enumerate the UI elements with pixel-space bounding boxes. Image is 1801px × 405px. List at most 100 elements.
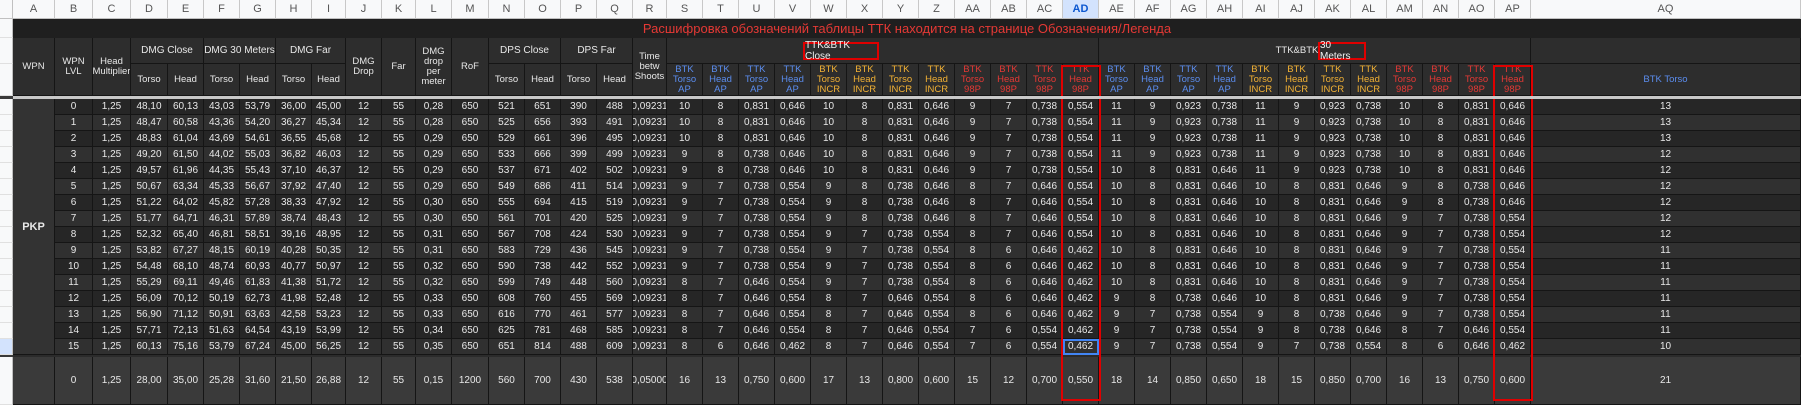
table-cell[interactable]: 9 xyxy=(1387,307,1423,323)
table-cell[interactable]: 0,554 xyxy=(1207,307,1243,323)
table-cell[interactable]: 10 xyxy=(1099,227,1135,243)
table-cell[interactable]: 0,554 xyxy=(1027,323,1063,339)
table-cell[interactable]: 8 xyxy=(955,259,991,275)
table-cell[interactable]: 0,646 xyxy=(919,163,955,179)
table-cell[interactable]: 48,83 xyxy=(131,131,168,147)
table-cell[interactable]: 0,738 xyxy=(1315,307,1351,323)
table-cell[interactable]: 0,554 xyxy=(1495,275,1531,291)
table-cell[interactable]: 9 xyxy=(667,211,703,227)
table-cell[interactable]: 12 xyxy=(1531,211,1801,227)
table-cell[interactable]: 49,46 xyxy=(204,275,240,291)
table-cell[interactable]: 781 xyxy=(525,323,561,339)
column-header-ak[interactable]: AK xyxy=(1315,0,1351,19)
table-cell[interactable]: 525 xyxy=(597,211,633,227)
table-cell[interactable]: 9 xyxy=(667,195,703,211)
table-cell[interactable]: 1,25 xyxy=(93,211,131,227)
table-cell[interactable]: 0,738 xyxy=(1459,179,1495,195)
table-cell[interactable]: 6 xyxy=(991,275,1027,291)
table-cell[interactable]: 1,25 xyxy=(93,291,131,307)
table-cell[interactable]: 0,554 xyxy=(1027,339,1063,355)
table-cell[interactable]: 0,32 xyxy=(416,275,452,291)
bottom-row-cell[interactable]: 700 xyxy=(525,357,561,405)
table-cell[interactable]: 0,09231 xyxy=(633,147,667,163)
table-cell[interactable]: 0,738 xyxy=(739,227,775,243)
table-cell[interactable]: 45,82 xyxy=(204,195,240,211)
bottom-row-cell[interactable]: 0 xyxy=(55,357,93,405)
table-cell[interactable]: 12 xyxy=(346,211,382,227)
table-cell[interactable]: 8 xyxy=(811,339,847,355)
table-cell[interactable]: 7 xyxy=(55,211,93,227)
table-cell[interactable]: 650 xyxy=(452,179,489,195)
table-cell[interactable]: 749 xyxy=(525,275,561,291)
table-cell[interactable]: 0,738 xyxy=(1459,307,1495,323)
table-cell[interactable]: 54,20 xyxy=(240,115,276,131)
table-cell[interactable]: 11 xyxy=(1099,147,1135,163)
table-cell[interactable]: 57,71 xyxy=(131,323,168,339)
table-cell[interactable]: 10 xyxy=(667,131,703,147)
table-cell[interactable]: 0,738 xyxy=(1351,131,1387,147)
table-cell[interactable]: 650 xyxy=(452,163,489,179)
table-cell[interactable]: 7 xyxy=(703,307,739,323)
table-cell[interactable]: 0,646 xyxy=(1495,131,1531,147)
table-cell[interactable]: 0,30 xyxy=(416,195,452,211)
table-cell[interactable]: 0,738 xyxy=(1459,259,1495,275)
table-cell[interactable]: 10 xyxy=(811,163,847,179)
table-cell[interactable]: 0,462 xyxy=(1495,339,1531,355)
table-cell[interactable]: 12 xyxy=(346,195,382,211)
table-cell[interactable]: 43,03 xyxy=(204,99,240,115)
table-cell[interactable]: 0,554 xyxy=(775,291,811,307)
table-cell[interactable]: 9 xyxy=(1243,323,1279,339)
table-cell[interactable]: 55 xyxy=(382,99,416,115)
table-cell[interactable]: 0,646 xyxy=(1207,291,1243,307)
table-cell[interactable]: 10 xyxy=(1099,195,1135,211)
bottom-row-cell[interactable]: 26,88 xyxy=(312,357,346,405)
table-cell[interactable]: 37,10 xyxy=(276,163,312,179)
header-dmg-drop[interactable]: DMG Drop xyxy=(346,38,382,96)
table-cell[interactable]: 12 xyxy=(55,291,93,307)
table-cell[interactable]: 0,554 xyxy=(919,275,955,291)
table-cell[interactable]: 8 xyxy=(1279,211,1315,227)
bottom-row-cell[interactable]: 430 xyxy=(561,357,597,405)
table-cell[interactable]: 8 xyxy=(955,195,991,211)
table-cell[interactable]: 650 xyxy=(452,227,489,243)
table-cell[interactable]: 9 xyxy=(811,227,847,243)
header-dps-close-head[interactable]: Head xyxy=(525,64,561,96)
bottom-row-cell[interactable]: 31,60 xyxy=(240,357,276,405)
table-cell[interactable]: 9 xyxy=(1135,115,1171,131)
table-cell[interactable]: 9 xyxy=(1243,339,1279,355)
table-cell[interactable]: 0,738 xyxy=(883,275,919,291)
table-cell[interactable]: 46,81 xyxy=(204,227,240,243)
table-cell[interactable]: 0,646 xyxy=(1027,179,1063,195)
spreadsheet[interactable]: A B C D E F G H I J K L M N O P Q R S T U V W X Y Z AA AB AC AD AE AF AG… xyxy=(0,0,1801,405)
table-cell[interactable]: 0,554 xyxy=(1495,243,1531,259)
table-cell[interactable]: 9 xyxy=(955,115,991,131)
table-cell[interactable]: 6 xyxy=(991,307,1027,323)
bottom-row-cell[interactable]: 16 xyxy=(667,357,703,405)
table-cell[interactable]: 3 xyxy=(55,147,93,163)
table-cell[interactable]: 7 xyxy=(991,227,1027,243)
table-cell[interactable]: 11 xyxy=(1531,243,1801,259)
header-ttk-sub-1[interactable]: BTK Torso AP xyxy=(667,64,703,96)
table-cell[interactable]: 0,646 xyxy=(1495,99,1531,115)
table-cell[interactable]: 0,738 xyxy=(1207,99,1243,115)
table-cell[interactable]: 10 xyxy=(1099,275,1135,291)
table-cell[interactable]: 8 xyxy=(1135,291,1171,307)
header-ttk-sub-21[interactable]: BTK Torso 98P xyxy=(1387,64,1423,96)
column-header-x[interactable]: X xyxy=(847,0,883,19)
table-cell[interactable]: 8 xyxy=(703,147,739,163)
table-cell[interactable]: 0,738 xyxy=(1171,291,1207,307)
table-cell[interactable]: 10 xyxy=(55,259,93,275)
bottom-row-cell[interactable]: 55 xyxy=(382,357,416,405)
table-cell[interactable]: 8 xyxy=(1279,291,1315,307)
table-cell[interactable]: 616 xyxy=(489,307,525,323)
table-cell[interactable]: 8 xyxy=(847,211,883,227)
table-cell[interactable]: 7 xyxy=(703,275,739,291)
table-cell[interactable]: 1,25 xyxy=(93,227,131,243)
table-cell[interactable]: 8 xyxy=(703,99,739,115)
bottom-row-cell[interactable]: 0,750 xyxy=(1459,357,1495,405)
table-cell[interactable]: 7 xyxy=(1423,259,1459,275)
bottom-row-cell[interactable]: 0,600 xyxy=(919,357,955,405)
table-cell[interactable]: 1,25 xyxy=(93,195,131,211)
table-cell[interactable]: 0,738 xyxy=(739,243,775,259)
table-cell[interactable]: 12 xyxy=(346,147,382,163)
